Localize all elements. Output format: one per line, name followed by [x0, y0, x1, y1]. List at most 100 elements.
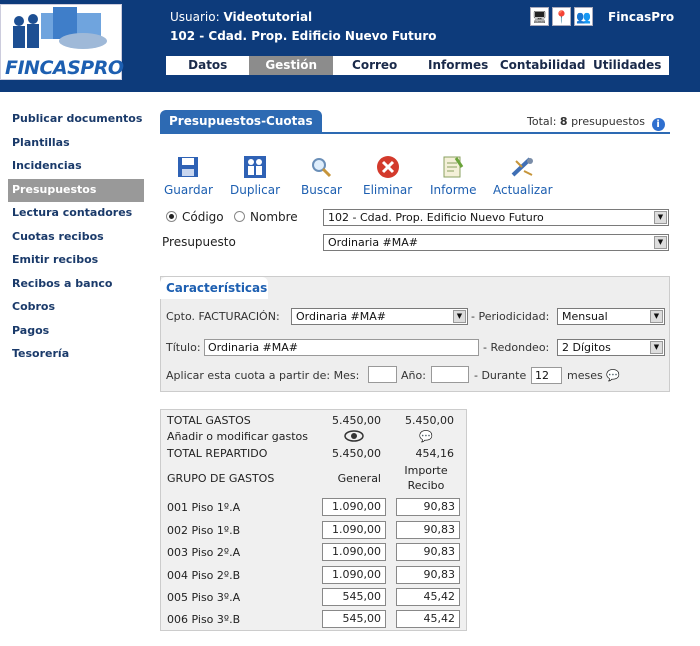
radio-nombre-label: Nombre	[250, 210, 298, 224]
tab-presupuestos-cuotas[interactable]: Presupuestos-Cuotas	[160, 110, 322, 132]
importe-field[interactable]: 90,83	[396, 543, 460, 561]
menu-datos[interactable]: Datos	[166, 56, 249, 75]
refresh-label: Actualizar	[493, 183, 553, 197]
meses-text: meses	[567, 369, 603, 382]
sidebar-item-pagos[interactable]: Pagos	[8, 320, 144, 344]
gastos-panel: TOTAL GASTOS 5.450,00 5.450,00 Añadir o …	[160, 409, 467, 631]
importe-field[interactable]: 45,42	[396, 588, 460, 606]
importe-field[interactable]: 90,83	[396, 521, 460, 539]
sidebar-item-emitir-recibos[interactable]: Emitir recibos	[8, 249, 144, 273]
grupo-name: 005 Piso 3º.A	[167, 591, 241, 604]
chevron-down-icon: ▼	[650, 341, 663, 354]
save-icon	[175, 154, 201, 180]
delete-button[interactable]: Eliminar	[363, 154, 412, 197]
user-line: Usuario: Videotutorial	[170, 10, 312, 24]
sidebar-item-recibos-a-banco[interactable]: Recibos a banco	[8, 273, 144, 297]
cpto-select[interactable]: Ordinaria #MA# ▼	[291, 308, 468, 325]
redondeo-select[interactable]: 2 Dígitos ▼	[557, 339, 665, 356]
total-gastos-importe: 5.450,00	[405, 414, 454, 427]
redondeo-value: 2 Dígitos	[562, 341, 611, 354]
sidebar-item-publicar-documentos[interactable]: Publicar documentos	[8, 108, 144, 132]
tab-caracteristicas[interactable]: Características	[160, 277, 268, 299]
total-presupuestos: Total: 8 presupuestos i	[527, 115, 665, 131]
chevron-down-icon: ▼	[650, 310, 663, 323]
fincaspro-logo[interactable]: FINCASPRO	[0, 4, 124, 80]
sidebar-item-presupuestos[interactable]: Presupuestos	[8, 178, 144, 202]
aplicar-label: Aplicar esta cuota a partir de: Mes:	[166, 369, 360, 382]
chevron-down-icon: ▼	[654, 236, 667, 249]
report-icon	[440, 154, 466, 180]
report-button[interactable]: Informe	[430, 154, 477, 197]
menu-utilidades[interactable]: Utilidades	[586, 56, 669, 75]
radio-codigo[interactable]: Código	[166, 210, 224, 224]
redondeo-label: - Redondeo:	[483, 341, 550, 354]
sidebar-item-tesoreria[interactable]: Tesorería	[8, 343, 144, 367]
user-name: Videotutorial	[223, 10, 313, 24]
titulo-label: Título:	[166, 341, 201, 354]
general-field[interactable]: 545,00	[322, 588, 386, 606]
grupo-gastos-header: GRUPO DE GASTOS	[167, 472, 275, 485]
community-select-value: 102 - Cdad. Prop. Edificio Nuevo Futuro	[328, 211, 544, 224]
sidebar-item-cobros[interactable]: Cobros	[8, 296, 144, 320]
importe-field[interactable]: 45,42	[396, 610, 460, 628]
header: FINCASPRO Usuario: Videotutorial 102 - C…	[0, 0, 700, 92]
menu-gestion[interactable]: Gestión	[249, 56, 333, 75]
titulo-field[interactable]: Ordinaria #MA#	[204, 339, 479, 356]
top-icons: 🖥 📍 👥	[530, 7, 593, 26]
refresh-icon	[510, 154, 536, 180]
presupuesto-select-value: Ordinaria #MA#	[328, 236, 419, 249]
presupuesto-label: Presupuesto	[162, 235, 236, 249]
refresh-button[interactable]: Actualizar	[493, 154, 553, 197]
users-icon[interactable]: 👥	[574, 7, 593, 26]
buildings-logo-icon	[13, 7, 107, 49]
durante-field[interactable]: 12	[531, 367, 562, 384]
total-unit: presupuestos	[571, 115, 646, 128]
save-button[interactable]: Guardar	[164, 154, 213, 197]
search-button[interactable]: Buscar	[301, 154, 342, 197]
sidebar-item-plantillas[interactable]: Plantillas	[8, 132, 144, 156]
sidebar-item-lectura-contadores[interactable]: Lectura contadores	[8, 202, 144, 226]
importe-field[interactable]: 90,83	[396, 498, 460, 516]
sidebar-item-incidencias[interactable]: Incidencias	[8, 155, 144, 179]
menu-correo[interactable]: Correo	[333, 56, 416, 75]
main-menu: Datos Gestión Correo Informes Contabilid…	[166, 56, 669, 75]
comment-icon[interactable]: 💬	[606, 369, 620, 382]
col-importe-header: Importe	[404, 464, 448, 477]
brand-name: FincasPro	[608, 10, 675, 24]
search-label: Buscar	[301, 183, 342, 197]
mes-field[interactable]	[368, 366, 397, 383]
sidebar-item-cuotas-recibos[interactable]: Cuotas recibos	[8, 226, 144, 250]
importe-field[interactable]: 90,83	[396, 566, 460, 584]
monitor-icon[interactable]: 🖥	[530, 7, 549, 26]
periodicidad-label: - Periodicidad:	[471, 310, 550, 323]
menu-contabilidad[interactable]: Contabilidad	[500, 56, 586, 75]
map-pin-icon[interactable]: 📍	[552, 7, 571, 26]
radio-nombre[interactable]: Nombre	[234, 210, 298, 224]
col-general-header: General	[337, 472, 381, 485]
cpto-label: Cpto. FACTURACIÓN:	[166, 310, 280, 323]
duplicate-button[interactable]: Duplicar	[230, 154, 280, 197]
search-icon	[308, 154, 334, 180]
general-field[interactable]: 1.090,00	[322, 521, 386, 539]
cpto-value: Ordinaria #MA#	[296, 310, 387, 323]
sidebar: Publicar documentos Plantillas Incidenci…	[8, 108, 144, 367]
info-icon[interactable]: i	[651, 118, 665, 131]
general-field[interactable]: 1.090,00	[322, 566, 386, 584]
radio-codigo-label: Código	[182, 210, 224, 224]
logo-text: FINCASPRO	[5, 57, 124, 79]
general-field[interactable]: 1.090,00	[322, 498, 386, 516]
menu-informes[interactable]: Informes	[416, 56, 499, 75]
presupuesto-select[interactable]: Ordinaria #MA# ▼	[323, 234, 669, 251]
tab-divider	[160, 132, 670, 134]
total-count: 8	[559, 115, 568, 128]
periodicidad-select[interactable]: Mensual ▼	[557, 308, 665, 325]
eye-icon[interactable]	[344, 430, 364, 445]
save-label: Guardar	[164, 183, 213, 197]
general-field[interactable]: 1.090,00	[322, 543, 386, 561]
ano-field[interactable]	[431, 366, 469, 383]
community-select[interactable]: 102 - Cdad. Prop. Edificio Nuevo Futuro …	[323, 209, 669, 226]
delete-label: Eliminar	[363, 183, 413, 197]
comment-icon[interactable]: 💬	[419, 430, 433, 443]
general-field[interactable]: 545,00	[322, 610, 386, 628]
grupo-name: 001 Piso 1º.A	[167, 501, 241, 514]
